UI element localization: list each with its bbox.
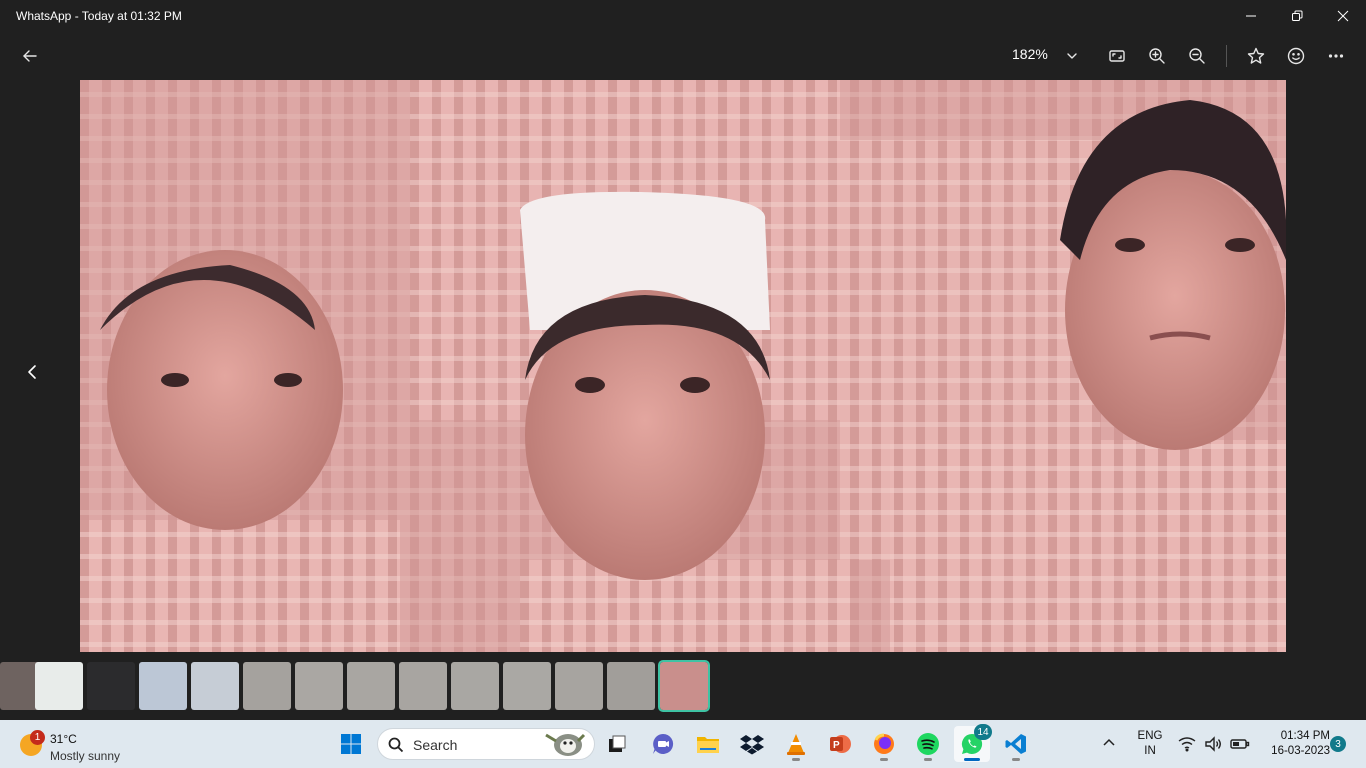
search-icon (388, 737, 404, 758)
close-button[interactable] (1320, 0, 1366, 32)
running-indicator (792, 758, 800, 761)
active-indicator (964, 758, 980, 761)
emoji-icon (1287, 47, 1305, 65)
thumbnail-active[interactable] (658, 660, 710, 712)
restore-icon (1292, 10, 1303, 21)
volume-icon (1205, 736, 1221, 752)
previous-image-button[interactable] (18, 358, 46, 386)
folder-icon (697, 737, 719, 753)
task-view-button[interactable] (599, 726, 635, 762)
window-title: WhatsApp - Today at 01:32 PM (16, 9, 182, 23)
file-explorer-button[interactable] (690, 726, 726, 762)
svg-text:P: P (833, 740, 840, 751)
zoom-level[interactable]: 182% (1012, 46, 1048, 62)
dropbox-button[interactable] (734, 726, 770, 762)
weather-description: Mostly sunny (50, 749, 121, 763)
whatsapp-badge: 14 (974, 724, 992, 740)
language-line2: IN (1144, 745, 1156, 757)
chevron-down-icon (1067, 53, 1077, 59)
back-button[interactable] (14, 40, 46, 72)
thumbnail[interactable] (555, 662, 603, 710)
start-button[interactable] (333, 726, 369, 762)
chevron-up-icon (1103, 738, 1115, 746)
more-options-button[interactable] (1320, 40, 1352, 72)
system-tray[interactable] (1178, 736, 1250, 752)
thumbnail[interactable] (35, 662, 83, 710)
favorite-star-icon (1247, 47, 1265, 64)
favorite-button[interactable] (1240, 40, 1272, 72)
minimize-button[interactable] (1228, 0, 1274, 32)
vscode-button[interactable] (998, 726, 1034, 762)
language-line1: ENG (1137, 730, 1163, 742)
running-indicator (880, 758, 888, 761)
running-indicator (924, 758, 932, 761)
spotify-icon (917, 733, 939, 755)
fit-to-window-button[interactable] (1101, 40, 1133, 72)
taskbar-clock[interactable]: 01:34 PM 16-03-2023 (1254, 729, 1330, 759)
teams-chat-button[interactable] (645, 726, 681, 762)
task-view-icon (609, 735, 626, 752)
minimize-icon (1246, 15, 1256, 17)
filmstrip (0, 660, 1366, 712)
whatsapp-button[interactable]: 14 (954, 724, 992, 762)
battery-icon (1230, 739, 1250, 749)
search-highlight-art-icon (545, 733, 586, 756)
vlc-button[interactable] (778, 726, 814, 762)
spotify-button[interactable] (910, 726, 946, 762)
zoom-in-button[interactable] (1141, 40, 1173, 72)
zoom-out-button[interactable] (1181, 40, 1213, 72)
taskbar: 1 31°C Mostly sunny Search P 14 ENG IN 0… (0, 720, 1366, 768)
emoji-button[interactable] (1280, 40, 1312, 72)
thumbnail[interactable] (399, 662, 447, 710)
chevron-left-icon (28, 365, 36, 379)
teams-chat-icon (653, 733, 674, 754)
language-indicator[interactable]: ENG IN (1136, 729, 1164, 759)
vscode-icon (1005, 734, 1026, 754)
zoom-dropdown-button[interactable] (1056, 40, 1088, 72)
powerpoint-button[interactable]: P (822, 726, 858, 762)
restore-button[interactable] (1274, 0, 1320, 32)
weather-badge: 1 (30, 730, 45, 745)
clock-time: 01:34 PM (1280, 730, 1330, 742)
thumbnail[interactable] (295, 662, 343, 710)
taskbar-search[interactable]: Search (377, 728, 595, 760)
firefox-button[interactable] (866, 726, 902, 762)
weather-widget[interactable]: 1 31°C Mostly sunny (14, 724, 164, 764)
dropbox-icon (740, 735, 764, 755)
weather-temperature: 31°C (50, 732, 77, 746)
thumbnail[interactable] (451, 662, 499, 710)
vlc-icon (787, 734, 805, 755)
thumbnail[interactable] (87, 662, 135, 710)
show-hidden-icons-button[interactable] (1102, 736, 1116, 755)
toolbar-divider (1226, 45, 1227, 67)
more-options-icon (1328, 54, 1344, 58)
title-bar: WhatsApp - Today at 01:32 PM (0, 0, 1366, 32)
windows-start-icon (341, 734, 361, 754)
viewer-toolbar: 182% (0, 32, 1366, 80)
thumbnail[interactable] (347, 662, 395, 710)
firefox-icon (874, 733, 894, 754)
back-arrow-icon (23, 50, 37, 62)
notification-badge[interactable]: 3 (1330, 736, 1346, 752)
image-viewer (0, 80, 1366, 654)
thumbnail[interactable] (243, 662, 291, 710)
wifi-icon (1178, 737, 1196, 752)
zoom-in-icon (1149, 48, 1165, 64)
thumbnail[interactable] (503, 662, 551, 710)
thumbnail[interactable] (607, 662, 655, 710)
clock-date: 16-03-2023 (1271, 745, 1330, 757)
photo-image[interactable] (80, 80, 1286, 652)
powerpoint-icon: P (830, 735, 851, 753)
zoom-out-icon (1189, 48, 1205, 64)
fit-to-window-icon (1109, 50, 1125, 62)
thumbnail[interactable] (139, 662, 187, 710)
thumbnail[interactable] (191, 662, 239, 710)
close-icon (1337, 10, 1349, 22)
search-placeholder: Search (413, 737, 458, 753)
running-indicator (1012, 758, 1020, 761)
